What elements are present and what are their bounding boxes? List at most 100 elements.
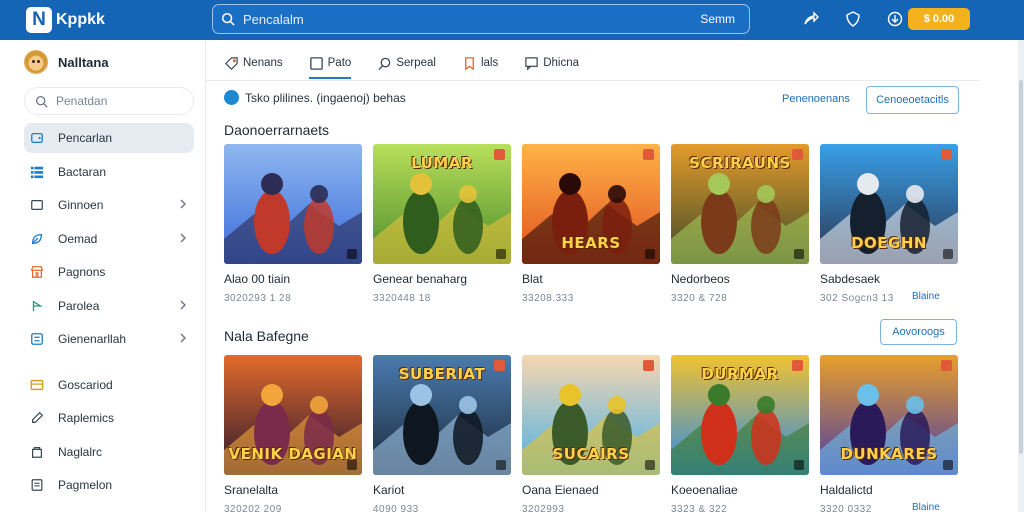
- profile[interactable]: Nalltana: [24, 50, 109, 74]
- shield-icon[interactable]: [842, 8, 864, 30]
- header-link[interactable]: Penenoenans: [782, 93, 850, 105]
- sidebar-item-oemad[interactable]: Oemad: [24, 224, 194, 254]
- sidebar-item-parolea[interactable]: Parolea: [24, 291, 194, 321]
- game-title[interactable]: Genear benaharg: [373, 272, 511, 287]
- game-thumbnail[interactable]: DUNKARES: [820, 355, 958, 475]
- game-card[interactable]: SUBERIAT Kariot 4090 933: [373, 355, 511, 512]
- sidebar-item-bactaran[interactable]: Bactaran: [24, 157, 194, 187]
- tabs-divider: [206, 80, 980, 81]
- fullscreen-icon[interactable]: [645, 460, 655, 470]
- tab-label: Nenans: [243, 57, 283, 69]
- game-card[interactable]: Alao 00 tiain 3020293 1 28: [224, 144, 362, 304]
- game-card[interactable]: SCRIRAUNS Nedorbeos 3320 & 728: [671, 144, 809, 304]
- game-thumbnail[interactable]: SUBERIAT: [373, 355, 511, 475]
- notice-text: Tsko plilines. (ingaenoj) behas: [245, 90, 406, 105]
- section-button[interactable]: Aovoroogs: [880, 319, 957, 345]
- tab-nenans[interactable]: Nenans: [224, 48, 283, 78]
- sidebar-item-pencarlan[interactable]: Pencarlan: [24, 123, 194, 153]
- game-title[interactable]: Kariot: [373, 483, 511, 498]
- chevron-right-icon: [180, 300, 186, 309]
- sidebar-item-naglalrc[interactable]: Naglalrc: [24, 437, 194, 467]
- sidebar-item-pagmelon[interactable]: Pagmelon: [24, 470, 194, 500]
- game-title[interactable]: Sabdesaek: [820, 272, 958, 287]
- fullscreen-icon[interactable]: [943, 249, 953, 259]
- game-banner-text: SUCAIRS: [552, 445, 630, 463]
- game-title[interactable]: Alao 00 tiain: [224, 272, 362, 287]
- fullscreen-icon[interactable]: [794, 249, 804, 259]
- sidebar-item-label: Naglalrc: [58, 444, 103, 459]
- game-thumbnail[interactable]: HEARS: [522, 144, 660, 264]
- game-thumbnail[interactable]: VENIK DAGIAN: [224, 355, 362, 475]
- sidebar-item-ginnoen[interactable]: Ginnoen: [24, 190, 194, 220]
- search-icon: [378, 57, 391, 70]
- game-subtitle: 3320 & 728: [671, 293, 728, 304]
- game-card[interactable]: VENIK DAGIAN Sranelalta 320202 209: [224, 355, 362, 512]
- tab-lals[interactable]: lals: [462, 48, 498, 78]
- game-grid-1: Alao 00 tiain 3020293 1 28 LUMAR Genear ben…: [224, 144, 958, 304]
- tab-dhicna[interactable]: Dhicna: [524, 48, 579, 78]
- list-icon: [30, 165, 44, 179]
- game-subtitle: 33208.333: [522, 293, 574, 304]
- sidebar-item-gienenarllah[interactable]: Gienenarllah: [24, 324, 194, 354]
- fullscreen-icon[interactable]: [347, 460, 357, 470]
- global-search-input[interactable]: [243, 11, 701, 27]
- game-card[interactable]: LUMAR Genear benaharg 3320448 18: [373, 144, 511, 304]
- game-card[interactable]: HEARS Blat 33208.333: [522, 144, 660, 304]
- game-card[interactable]: DUNKARES Haldalictd 3320 0332 Blaine: [820, 355, 958, 512]
- scrollbar[interactable]: [1018, 40, 1024, 512]
- game-thumbnail[interactable]: DOEGHN: [820, 144, 958, 264]
- game-banner-text: LUMAR: [411, 154, 473, 172]
- share-icon[interactable]: [800, 8, 822, 30]
- game-title[interactable]: Koeoenaliae: [671, 483, 809, 498]
- pen-icon: [30, 411, 44, 425]
- game-title[interactable]: Oana Eienaed: [522, 483, 660, 498]
- tab-serpeal[interactable]: Serpeal: [377, 48, 436, 78]
- sidebar-item-pagnons[interactable]: Pagnons: [24, 257, 194, 287]
- fullscreen-icon[interactable]: [496, 249, 506, 259]
- sidebar-nav: Pencarlan Bactaran Ginnoen Oemad Pagnons Paro…: [24, 123, 194, 504]
- game-extra-link[interactable]: Blaine: [912, 502, 940, 512]
- game-thumbnail[interactable]: SUCAIRS: [522, 355, 660, 475]
- fullscreen-icon[interactable]: [943, 460, 953, 470]
- game-thumbnail[interactable]: SCRIRAUNS: [671, 144, 809, 264]
- header-button[interactable]: Cenoeoetacitls: [866, 86, 959, 114]
- game-card[interactable]: SUCAIRS Oana Eienaed 3202993: [522, 355, 660, 512]
- game-title[interactable]: Nedorbeos: [671, 272, 809, 287]
- game-title[interactable]: Sranelalta: [224, 483, 362, 498]
- scroll-thumb[interactable]: [1019, 80, 1023, 454]
- tab-label: lals: [480, 57, 499, 69]
- main-content: Nenans Pato Serpeal lals Dhicna Tsko pliline…: [206, 40, 1018, 512]
- sidebar-item-raplemics[interactable]: Raplemics: [24, 403, 194, 433]
- game-title[interactable]: Blat: [522, 272, 660, 287]
- game-title[interactable]: Haldalictd: [820, 483, 958, 498]
- game-thumbnail[interactable]: LUMAR: [373, 144, 511, 264]
- avatar: [24, 50, 48, 74]
- coins-button[interactable]: $ 0.00: [908, 8, 970, 30]
- sidebar-item-label: Gienenarllah: [58, 332, 127, 346]
- game-subtitle: 4090 933: [373, 504, 419, 512]
- tab-label: Pato: [327, 57, 352, 69]
- game-banner-text: SUBERIAT: [398, 365, 486, 383]
- game-subtitle: 3202993: [522, 504, 565, 512]
- game-banner-text: DUNKARES: [840, 445, 938, 463]
- game-thumbnail[interactable]: [224, 144, 362, 264]
- sidebar-search-input[interactable]: [56, 94, 176, 108]
- game-banner-text: HEARS: [561, 234, 621, 252]
- game-card[interactable]: DURMAR Koeoenaliae 3323 & 322: [671, 355, 809, 512]
- game-thumbnail[interactable]: DURMAR: [671, 355, 809, 475]
- tab-pato[interactable]: Pato: [308, 48, 352, 79]
- app-logo[interactable]: N Kppkk: [26, 7, 196, 33]
- search-button[interactable]: Semm: [700, 12, 735, 26]
- logo-text: Kppkk: [56, 11, 105, 28]
- search-icon: [221, 12, 235, 26]
- game-extra-link[interactable]: Blaine: [912, 291, 940, 302]
- sidebar-item-goscariod[interactable]: Goscariod: [24, 370, 194, 400]
- search-icon: [35, 95, 48, 108]
- badge-icon: [792, 149, 803, 160]
- download-icon[interactable]: [884, 8, 906, 30]
- fullscreen-icon[interactable]: [347, 249, 357, 259]
- game-card[interactable]: DOEGHN Sabdesaek 302 Sogcn3 13 Blaine: [820, 144, 958, 304]
- fullscreen-icon[interactable]: [794, 460, 804, 470]
- fullscreen-icon[interactable]: [645, 249, 655, 259]
- fullscreen-icon[interactable]: [496, 460, 506, 470]
